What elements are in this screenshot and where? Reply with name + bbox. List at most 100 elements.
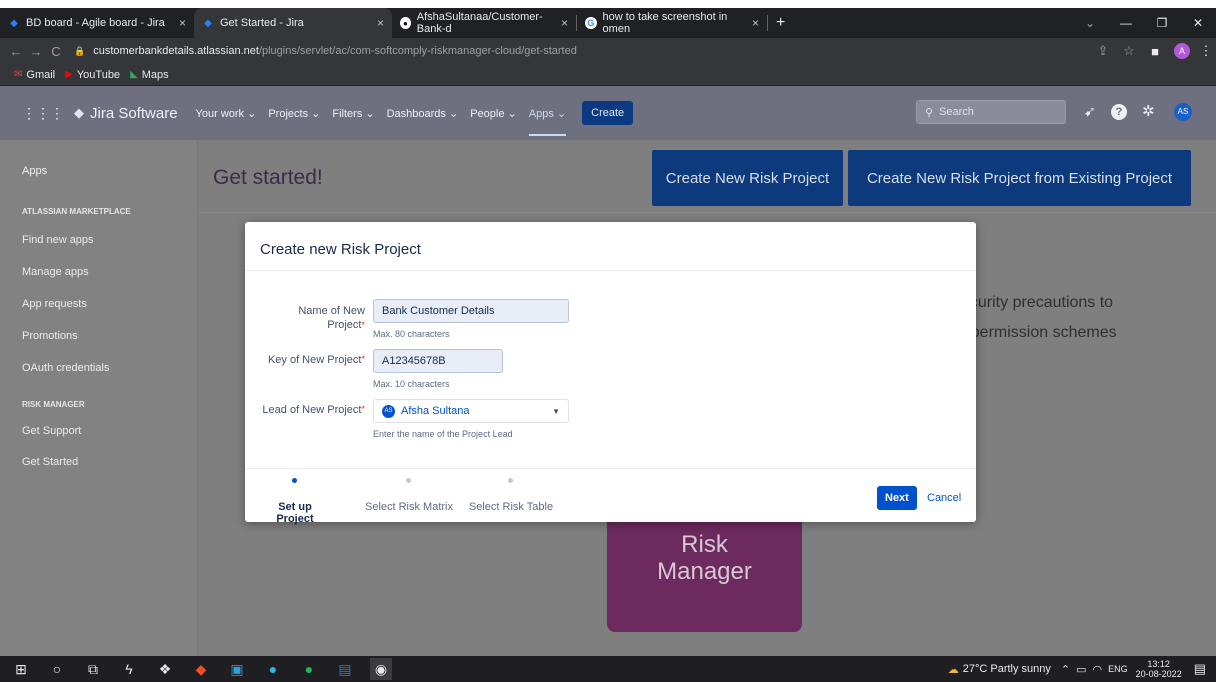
- required-asterisk: *: [361, 320, 365, 330]
- nav-dashboards[interactable]: Dashboards ⌄: [387, 107, 459, 120]
- step-dot-active: [292, 478, 297, 483]
- sidebar-item-promotions[interactable]: Promotions: [22, 330, 78, 342]
- sidebar-item-get-support[interactable]: Get Support: [22, 425, 81, 437]
- battery-icon[interactable]: ▭: [1076, 663, 1086, 676]
- sidebar-item-app-requests[interactable]: App requests: [22, 298, 87, 310]
- reload-icon[interactable]: C: [46, 44, 66, 59]
- nav-people[interactable]: People ⌄: [470, 107, 517, 120]
- url-field[interactable]: customerbankdetails.atlassian.net/plugin…: [93, 45, 577, 57]
- step-select-risk-table[interactable]: Select Risk Table: [465, 501, 557, 513]
- url-domain: customerbankdetails.atlassian.net: [93, 45, 259, 57]
- jira-product-name[interactable]: Jira Software: [90, 105, 178, 122]
- word-icon[interactable]: ▤: [334, 658, 356, 680]
- app-store-icon[interactable]: ▣: [226, 658, 248, 680]
- windows-start-icon[interactable]: ⊞: [10, 658, 32, 680]
- divider: [199, 212, 1216, 213]
- sidebar-item-find-new-apps[interactable]: Find new apps: [22, 234, 94, 246]
- wifi-icon[interactable]: ◠: [1093, 663, 1103, 676]
- menu-kebab-icon[interactable]: ⋮: [1196, 43, 1216, 59]
- cancel-button[interactable]: Cancel: [927, 492, 961, 504]
- gmail-icon: ✉: [14, 69, 23, 80]
- notifications-icon[interactable]: ➹: [1084, 103, 1096, 120]
- weather-icon: ☁: [947, 663, 959, 676]
- sidepanel-icon[interactable]: ■: [1142, 44, 1168, 59]
- restore-icon[interactable]: ❐: [1144, 16, 1180, 30]
- dropbox-icon[interactable]: ❖: [154, 658, 176, 680]
- nav-label: Your work: [195, 107, 245, 120]
- step-select-risk-matrix[interactable]: Select Risk Matrix: [363, 501, 455, 513]
- nav-label: Projects: [268, 107, 309, 120]
- tab-title: Get Started - Jira: [220, 17, 304, 29]
- profile-avatar[interactable]: A: [1174, 43, 1190, 59]
- bookmark-label: YouTube: [76, 68, 121, 81]
- bookmark-star-icon[interactable]: ☆: [1116, 43, 1142, 59]
- notification-center-icon[interactable]: ▤: [1194, 661, 1206, 677]
- sidebar-heading-marketplace: ATLASSIAN MARKETPLACE: [22, 207, 131, 216]
- close-tab-icon[interactable]: ×: [752, 16, 759, 30]
- browser-tab[interactable]: ● AfshaSultanaa/Customer-Bank-d ×: [392, 8, 576, 38]
- search-taskbar-icon[interactable]: ○: [46, 658, 68, 680]
- close-window-icon[interactable]: ✕: [1180, 16, 1216, 30]
- close-tab-icon[interactable]: ×: [179, 16, 186, 30]
- app-diamond-icon[interactable]: ◆: [190, 658, 212, 680]
- key-field-label: Key of New Project*: [255, 354, 365, 366]
- minimize-icon[interactable]: —: [1108, 16, 1144, 30]
- new-tab-button[interactable]: +: [768, 8, 793, 38]
- nav-apps[interactable]: Apps ⌄: [528, 91, 567, 136]
- background-text: r permission schemes: [961, 324, 1117, 341]
- close-tab-icon[interactable]: ×: [377, 16, 384, 30]
- tray-chevron-icon[interactable]: ⌃: [1061, 663, 1070, 676]
- back-icon[interactable]: ←: [6, 44, 26, 59]
- next-button[interactable]: Next: [877, 486, 917, 510]
- sidebar-item-oauth-credentials[interactable]: OAuth credentials: [22, 362, 109, 374]
- share-icon[interactable]: ⇪: [1090, 43, 1116, 59]
- nav-projects[interactable]: Projects ⌄: [268, 107, 320, 120]
- help-icon[interactable]: ?: [1111, 104, 1127, 120]
- create-new-risk-project-button[interactable]: Create New Risk Project: [652, 150, 843, 206]
- weather-text[interactable]: 27°C Partly sunny: [963, 663, 1051, 675]
- jira-favicon-icon: ◆: [10, 17, 18, 29]
- create-from-existing-project-button[interactable]: Create New Risk Project from Existing Pr…: [848, 150, 1191, 206]
- language-indicator[interactable]: ENG: [1108, 664, 1128, 674]
- tab-search-icon[interactable]: ⌄: [1072, 16, 1108, 30]
- chevron-down-icon: ▼: [552, 406, 560, 416]
- create-button[interactable]: Create: [582, 101, 634, 125]
- project-key-input[interactable]: A12345678B: [373, 349, 503, 373]
- app-switcher-icon[interactable]: ⋮⋮⋮: [22, 105, 64, 122]
- clock-date: 20-08-2022: [1135, 669, 1182, 679]
- label-text: Key of New Project: [267, 354, 362, 366]
- browser-tab[interactable]: G how to take screenshot in omen ×: [577, 8, 767, 38]
- project-lead-select[interactable]: AS Afsha Sultana ▼: [373, 399, 569, 423]
- task-view-icon[interactable]: ⧉: [82, 658, 104, 680]
- search-input[interactable]: ⚲ Search: [916, 100, 1066, 124]
- clock[interactable]: 13:12 20-08-2022: [1136, 659, 1182, 679]
- top-strip: [0, 0, 1216, 8]
- bookmark-youtube[interactable]: ▶ YouTube: [65, 69, 120, 81]
- bookmark-gmail[interactable]: ✉ Gmail: [14, 69, 55, 81]
- jira-logo-icon: ◆: [74, 105, 84, 120]
- nav-filters[interactable]: Filters ⌄: [332, 107, 374, 120]
- edge-icon[interactable]: ●: [262, 658, 284, 680]
- lead-hint: Enter the name of the Project Lead: [373, 429, 513, 439]
- step-set-up-project[interactable]: Set up Project: [265, 501, 325, 525]
- url-path: /plugins/servlet/ac/com-softcomply-riskm…: [258, 45, 577, 57]
- create-risk-project-dialog: Create new Risk Project Name of New Proj…: [245, 222, 976, 525]
- app-icon[interactable]: ϟ: [118, 658, 140, 680]
- close-tab-icon[interactable]: ×: [561, 16, 568, 30]
- forward-icon[interactable]: →: [26, 44, 46, 59]
- dialog-title: Create new Risk Project: [260, 241, 421, 258]
- browser-tab-active[interactable]: ◆ Get Started - Jira ×: [194, 8, 392, 38]
- chrome-icon[interactable]: ◉: [370, 658, 392, 680]
- spotify-icon[interactable]: ●: [298, 658, 320, 680]
- sidebar-item-get-started[interactable]: Get Started: [22, 456, 78, 468]
- settings-gear-icon[interactable]: ✲: [1142, 102, 1155, 120]
- github-favicon-icon: ●: [400, 17, 411, 29]
- label-text: Name of New Project: [298, 305, 365, 331]
- sidebar-item-manage-apps[interactable]: Manage apps: [22, 266, 89, 278]
- browser-tab[interactable]: ◆ BD board - Agile board - Jira ×: [0, 8, 194, 38]
- new-tab-icon: +: [776, 14, 786, 31]
- nav-your-work[interactable]: Your work ⌄: [196, 107, 257, 120]
- bookmark-maps[interactable]: ◣ Maps: [130, 69, 169, 81]
- user-avatar[interactable]: AS: [1174, 103, 1192, 121]
- project-name-input[interactable]: Bank Customer Details: [373, 299, 569, 323]
